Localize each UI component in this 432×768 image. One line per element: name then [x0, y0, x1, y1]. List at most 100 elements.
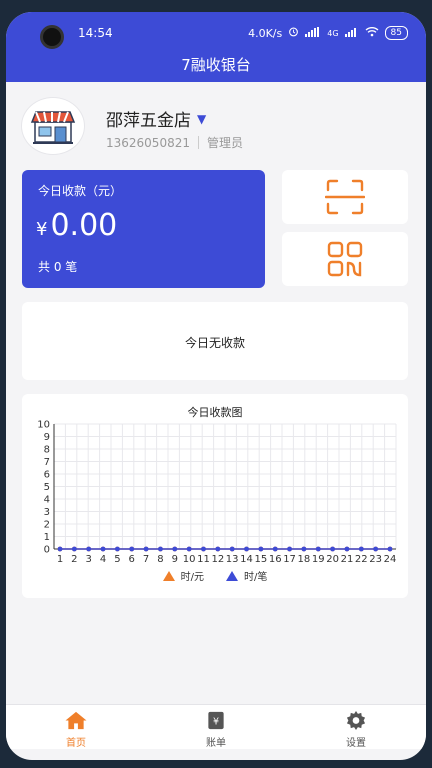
status-icons: 4.0K/s 4G 85 — [248, 26, 408, 40]
data-point — [287, 546, 292, 552]
income-amount-value: 0.00 — [50, 208, 118, 243]
x-tick-label: 15 — [255, 554, 268, 565]
network-speed: 4.0K/s — [248, 26, 283, 40]
data-point — [100, 546, 106, 552]
today-income-card[interactable]: 今日收款（元） ¥ 0.00 共 0 笔 — [22, 170, 265, 288]
data-point — [330, 546, 336, 552]
income-amount: ¥ 0.00 — [36, 208, 117, 243]
shop-selector[interactable]: 邵萍五金店 ▼ — [106, 106, 206, 131]
x-tick-label: 6 — [129, 554, 135, 565]
x-tick-label: 24 — [384, 554, 397, 565]
data-point — [373, 546, 379, 552]
x-tick-label: 14 — [240, 554, 253, 565]
y-tick-label: 8 — [44, 445, 50, 456]
data-point — [172, 546, 178, 552]
qr-code-icon — [327, 241, 363, 277]
legend-item-count[interactable]: 时/笔 — [226, 568, 267, 583]
app-title: 7融收银台 — [181, 56, 251, 74]
shop-meta: 13626050821 管理员 — [106, 134, 243, 151]
data-point — [86, 546, 92, 552]
legend-label: 时/元 — [180, 572, 204, 583]
y-tick-label: 10 — [37, 420, 50, 431]
x-tick-label: 17 — [283, 554, 296, 565]
chart-legend: 时/元 时/笔 — [22, 568, 408, 583]
divider — [197, 136, 199, 149]
data-point — [201, 546, 206, 552]
x-tick-label: 8 — [157, 554, 163, 565]
data-point — [301, 546, 307, 552]
legend-triangle-icon — [162, 570, 175, 581]
legend-label: 时/笔 — [244, 572, 268, 583]
x-tick-label: 5 — [114, 554, 120, 565]
x-tick-label: 7 — [143, 554, 149, 565]
tab-settings[interactable]: 设置 — [286, 705, 426, 749]
x-tick-label: 13 — [226, 554, 239, 565]
x-tick-label: 2 — [71, 554, 77, 565]
x-tick-label: 10 — [183, 554, 196, 565]
header: 14:54 4.0K/s 4G 85 7融收银台 — [6, 12, 426, 82]
y-tick-label: 6 — [44, 470, 50, 481]
data-point — [229, 546, 235, 552]
x-tick-label: 1 — [57, 554, 63, 565]
signal-icon — [305, 26, 321, 40]
x-tick-label: 3 — [86, 554, 92, 565]
gear-icon — [346, 710, 366, 731]
y-tick-label: 7 — [44, 457, 50, 468]
data-point — [57, 546, 63, 552]
signal-type: 4G — [327, 28, 339, 38]
y-tick-label: 4 — [44, 495, 50, 506]
x-tick-label: 12 — [211, 554, 224, 565]
signal-icon-2 — [344, 27, 359, 40]
tab-label: 设置 — [346, 738, 366, 749]
no-income-text: 今日无收款 — [184, 336, 245, 350]
tab-bill[interactable]: ¥ 账单 — [146, 705, 286, 749]
y-tick-label: 9 — [44, 432, 50, 443]
x-tick-label: 21 — [341, 554, 354, 565]
empty-state-card: 今日无收款 — [22, 302, 408, 380]
y-tick-label: 3 — [44, 507, 50, 518]
x-tick-label: 18 — [298, 554, 311, 565]
alarm-icon — [288, 26, 299, 40]
wifi-icon — [365, 26, 379, 40]
data-point — [186, 546, 192, 552]
store-icon — [30, 111, 76, 144]
data-point — [358, 546, 364, 552]
y-tick-label: 2 — [44, 520, 50, 531]
x-tick-label: 4 — [100, 554, 106, 565]
battery-indicator: 85 — [384, 26, 408, 40]
data-point — [215, 546, 221, 552]
income-title: 今日收款（元） — [38, 184, 123, 198]
legend-triangle-icon — [226, 570, 238, 581]
qr-code-button[interactable] — [282, 232, 408, 286]
x-tick-label: 16 — [269, 554, 282, 565]
x-tick-label: 9 — [172, 554, 178, 565]
scan-icon — [325, 179, 365, 215]
shop-avatar — [22, 98, 84, 154]
chart-card: 今日收款图 0 1 2 3 4 5 6 7 8 9 10 1 2 3 4 5 6 7 8 9 10 11 12 13 14 15 1… — [22, 394, 408, 598]
status-time: 14:54 — [78, 26, 113, 40]
x-tick-label: 22 — [355, 554, 368, 565]
shop-role: 管理员 — [206, 136, 243, 150]
y-tick-label: 5 — [44, 482, 50, 493]
tab-home[interactable]: 首页 — [6, 705, 146, 749]
currency-symbol: ¥ — [36, 219, 48, 240]
shop-info: 邵萍五金店 ▼ 13626050821 管理员 — [22, 98, 412, 154]
front-camera — [40, 25, 64, 49]
shop-name: 邵萍五金店 — [106, 111, 191, 131]
home-icon — [65, 711, 87, 730]
y-tick-label: 1 — [44, 532, 50, 543]
data-point — [158, 546, 163, 552]
data-point — [244, 546, 249, 552]
scan-button[interactable] — [282, 170, 408, 224]
data-point — [129, 546, 135, 552]
caret-down-icon: ▼ — [197, 111, 207, 126]
data-point — [143, 546, 149, 552]
income-count: 共 0 笔 — [38, 260, 78, 274]
tab-label: 首页 — [66, 738, 86, 749]
data-point — [71, 546, 77, 552]
bill-icon: ¥ — [208, 711, 224, 730]
legend-item-yuan[interactable]: 时/元 — [162, 568, 204, 583]
app-screen: 14:54 4.0K/s 4G 85 7融收银台 邵萍五金店 ▼ 1362605… — [6, 12, 426, 760]
y-tick-label: 0 — [44, 545, 50, 556]
data-point — [315, 546, 321, 552]
